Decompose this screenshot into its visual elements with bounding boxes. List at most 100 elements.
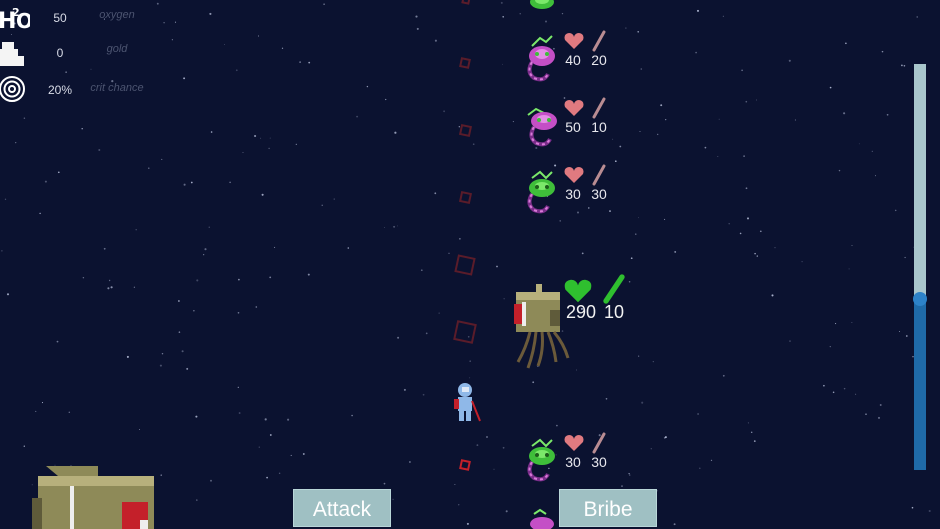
star: [139, 429, 140, 430]
star: [794, 119, 796, 121]
h2o-icon: H 2 O: [0, 6, 30, 34]
star: [110, 286, 113, 289]
enemy-unit[interactable]: 30 30: [522, 432, 642, 484]
sword-icon: [592, 97, 606, 119]
star: [333, 198, 335, 200]
star: [759, 230, 762, 233]
star: [614, 160, 617, 163]
star: [894, 209, 897, 212]
star: [877, 416, 881, 419]
star: [754, 252, 756, 255]
star: [903, 64, 906, 67]
star: [502, 63, 504, 65]
star: [57, 171, 60, 174]
star: [774, 247, 776, 249]
star: [238, 412, 241, 414]
star: [625, 27, 627, 29]
player-ship: [32, 466, 154, 529]
sword-icon: [592, 164, 606, 186]
green-alien-icon: [527, 170, 555, 214]
star: [832, 391, 835, 394]
star: [281, 47, 284, 49]
star: [865, 413, 867, 415]
star: [496, 265, 498, 268]
star: [835, 323, 837, 325]
star: [581, 252, 584, 255]
star: [255, 306, 258, 308]
path-marker: [459, 459, 471, 471]
star: [394, 131, 397, 134]
enemy-hp: 30: [565, 186, 581, 202]
star: [260, 137, 262, 139]
star: [454, 484, 456, 486]
star: [466, 522, 469, 525]
path-marker: [454, 254, 476, 276]
boss-heart-icon: [564, 279, 592, 303]
star: [133, 286, 136, 288]
star: [459, 238, 461, 240]
star: [392, 498, 394, 501]
enemy-attack: 30: [591, 454, 607, 470]
progress-bar[interactable]: [913, 64, 927, 470]
enemy-attack: 10: [591, 119, 607, 135]
star: [660, 104, 663, 107]
star: [855, 393, 857, 395]
star: [448, 252, 450, 254]
star: [556, 424, 558, 427]
star: [717, 155, 719, 158]
star: [664, 218, 666, 220]
star: [823, 384, 825, 387]
star: [408, 461, 411, 463]
bribe-button[interactable]: Bribe: [559, 489, 657, 527]
stat-oxygen: H 2 O 50 oxygen: [0, 4, 160, 34]
star: [415, 15, 418, 18]
attack-button[interactable]: Attack: [293, 489, 391, 527]
star: [664, 436, 667, 439]
star: [351, 414, 353, 417]
enemy-hp: 50: [565, 119, 581, 135]
enemy-unit[interactable]: 50 10: [522, 97, 642, 149]
path-marker: [458, 190, 473, 205]
star: [438, 312, 440, 314]
star: [422, 393, 425, 396]
star: [356, 115, 359, 118]
star: [745, 187, 748, 190]
star: [434, 192, 437, 195]
star: [81, 127, 83, 130]
star: [674, 250, 677, 253]
star: [502, 446, 505, 449]
star: [747, 422, 749, 424]
star: [210, 131, 213, 133]
enemy-unit[interactable]: 30 30: [522, 164, 642, 216]
star: [196, 279, 199, 282]
star: [905, 335, 908, 337]
star: [443, 110, 446, 113]
path-marker: [459, 57, 471, 69]
star: [916, 16, 918, 18]
star: [911, 506, 914, 509]
enemy-unit[interactable]: 40 20: [522, 30, 642, 82]
star: [665, 119, 667, 121]
star: [416, 27, 419, 30]
star: [209, 12, 212, 15]
star: [237, 311, 240, 314]
progress-fill: [914, 299, 926, 470]
star: [486, 436, 488, 438]
heart-icon: [564, 100, 584, 116]
star: [235, 69, 238, 72]
star: [434, 39, 437, 42]
star: [161, 352, 164, 355]
star: [385, 98, 387, 101]
star: [56, 340, 59, 343]
star: [519, 13, 521, 15]
progress-knob[interactable]: [913, 292, 927, 306]
star: [238, 278, 240, 281]
star: [743, 155, 745, 158]
star: [1, 250, 3, 252]
star: [393, 225, 396, 228]
star: [299, 61, 301, 63]
star: [638, 355, 640, 357]
star: [756, 99, 757, 101]
star: [44, 180, 47, 183]
svg-text:O: O: [16, 9, 30, 33]
